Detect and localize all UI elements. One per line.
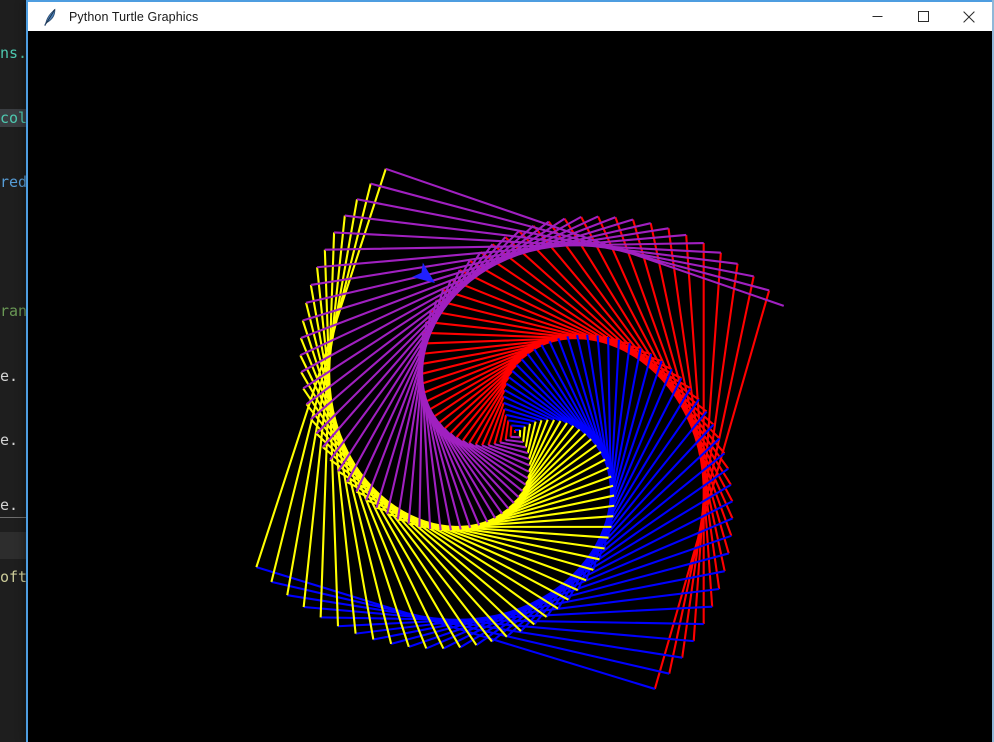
code-fragment: e.: [0, 366, 19, 385]
close-icon: [963, 10, 975, 23]
code-fragment: red: [0, 173, 28, 191]
turtle-drawing-canvas[interactable]: [28, 31, 992, 742]
maximize-button[interactable]: [900, 2, 946, 31]
minimize-button[interactable]: [854, 2, 900, 31]
code-fragment: ns.: [0, 44, 28, 62]
code-fragment: col: [0, 108, 28, 127]
maximize-icon: [917, 11, 929, 22]
code-fragment: e.: [0, 431, 19, 449]
turtle-graphics-window[interactable]: Python Turtle Graphics: [26, 0, 994, 742]
minimize-icon: [872, 16, 882, 17]
turtle-canvas-area[interactable]: [28, 31, 992, 742]
code-fragment: e.: [0, 495, 19, 514]
code-fragment: ran: [0, 302, 28, 320]
window-title: Python Turtle Graphics: [69, 9, 199, 24]
feather-icon: [44, 8, 56, 26]
close-button[interactable]: [946, 2, 992, 31]
window-titlebar[interactable]: Python Turtle Graphics: [28, 2, 992, 31]
